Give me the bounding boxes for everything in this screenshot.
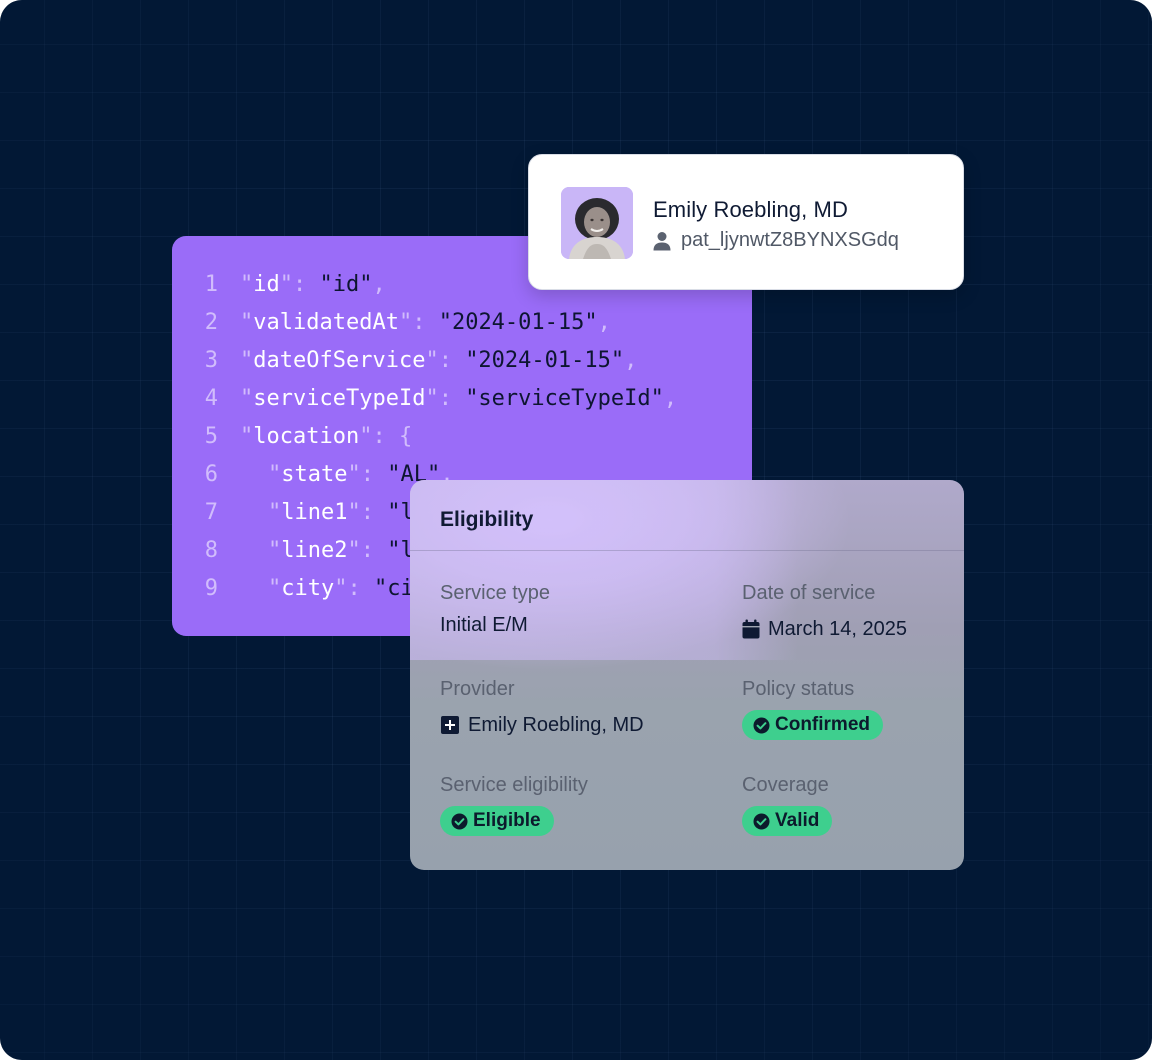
policy-status-text: Confirmed — [775, 714, 870, 735]
calendar-icon — [742, 619, 760, 639]
code-key: id — [253, 272, 280, 297]
code-key: validatedAt — [253, 310, 399, 335]
code-value: "serviceTypeId" — [465, 386, 664, 411]
code-text: "location": { — [240, 424, 413, 449]
policy-status-label: Policy status — [742, 678, 855, 700]
date-of-service-label: Date of service — [742, 582, 876, 604]
avatar-portrait-icon — [561, 187, 633, 259]
line-number: 7 — [204, 500, 218, 525]
code-text: "id": "id", — [240, 272, 386, 297]
code-key: line1 — [281, 500, 348, 525]
line-number: 6 — [204, 462, 218, 487]
eligibility-title: Eligibility — [440, 508, 534, 531]
patient-id-row: pat_ljynwtZ8BYNXSGdq — [653, 229, 899, 252]
code-punctuation: , — [597, 310, 611, 335]
check-circle-icon — [451, 813, 468, 829]
coverage-text: Valid — [775, 810, 820, 831]
provider-field: Provider Emily Roebling, MD — [440, 676, 644, 738]
eligibility-divider — [410, 550, 964, 551]
code-value: "2024-01-15" — [465, 348, 625, 373]
policy-status-field: Policy status Confirmed — [742, 676, 883, 740]
patient-id: pat_ljynwtZ8BYNXSGdq — [681, 229, 899, 251]
code-line: 5 "location": { — [172, 418, 677, 456]
code-key: serviceTypeId — [253, 386, 426, 411]
code-punctuation: , — [663, 386, 678, 411]
code-value: "id" — [319, 272, 373, 297]
date-of-service-value: March 14, 2025 — [742, 616, 907, 642]
medical-plus-icon — [441, 716, 459, 734]
code-text: "dateOfService": "2024-01-15", — [240, 348, 638, 373]
coverage-badge: Valid — [742, 806, 833, 836]
person-icon — [653, 231, 671, 250]
code-text: "serviceTypeId": "serviceTypeId", — [240, 386, 678, 411]
provider-label: Provider — [440, 678, 515, 700]
check-circle-icon — [753, 717, 770, 733]
code-key: city — [281, 576, 335, 601]
service-type-label: Service type — [440, 582, 551, 604]
provider-profile-card[interactable]: Emily Roebling, MD pat_ljynwtZ8BYNXSGdq — [528, 154, 964, 290]
code-line: 3 "dateOfService": "2024-01-15", — [172, 342, 677, 380]
policy-status-badge: Confirmed — [742, 710, 883, 740]
date-of-service-field: Date of service March 14, 2025 — [742, 580, 907, 642]
service-eligibility-field: Service eligibility Eligible — [440, 772, 588, 836]
service-eligibility-label: Service eligibility — [440, 774, 588, 796]
code-key: state — [281, 462, 348, 487]
date-of-service-text: March 14, 2025 — [768, 617, 907, 640]
provider-value: Emily Roebling, MD — [440, 712, 644, 738]
hero-canvas: 1 "id": "id", 2 "validatedAt": "2024-01-15"… — [0, 0, 1152, 1060]
code-punctuation: , — [372, 272, 386, 297]
code-punctuation: { — [398, 424, 413, 449]
service-type-field: Service type Initial E/M — [440, 580, 550, 638]
code-value: "2024-01-15" — [438, 310, 598, 335]
service-eligibility-text: Eligible — [473, 810, 541, 831]
coverage-label: Coverage — [742, 774, 829, 796]
line-number: 4 — [204, 386, 218, 411]
check-circle-icon — [753, 813, 770, 829]
line-number: 9 — [204, 576, 218, 601]
code-punctuation: , — [624, 348, 638, 373]
service-eligibility-badge: Eligible — [440, 806, 554, 836]
line-number: 1 — [204, 272, 218, 297]
code-line: 4 "serviceTypeId": "serviceTypeId", — [172, 380, 677, 418]
eligibility-card: Eligibility Service type Initial E/M Dat… — [410, 480, 964, 870]
line-number: 2 — [204, 310, 218, 335]
code-key: line2 — [281, 538, 348, 563]
avatar — [561, 187, 633, 259]
provider-name: Emily Roebling, MD — [653, 197, 848, 222]
line-number: 3 — [204, 348, 218, 373]
code-key: location — [253, 424, 360, 449]
service-type-value: Initial E/M — [440, 613, 528, 636]
line-number: 5 — [204, 424, 218, 449]
line-number: 8 — [204, 538, 218, 563]
code-line: 2 "validatedAt": "2024-01-15", — [172, 304, 677, 342]
coverage-field: Coverage Valid — [742, 772, 833, 836]
code-text: "validatedAt": "2024-01-15", — [240, 310, 611, 335]
code-key: dateOfService — [253, 348, 426, 373]
provider-text: Emily Roebling, MD — [468, 713, 644, 736]
